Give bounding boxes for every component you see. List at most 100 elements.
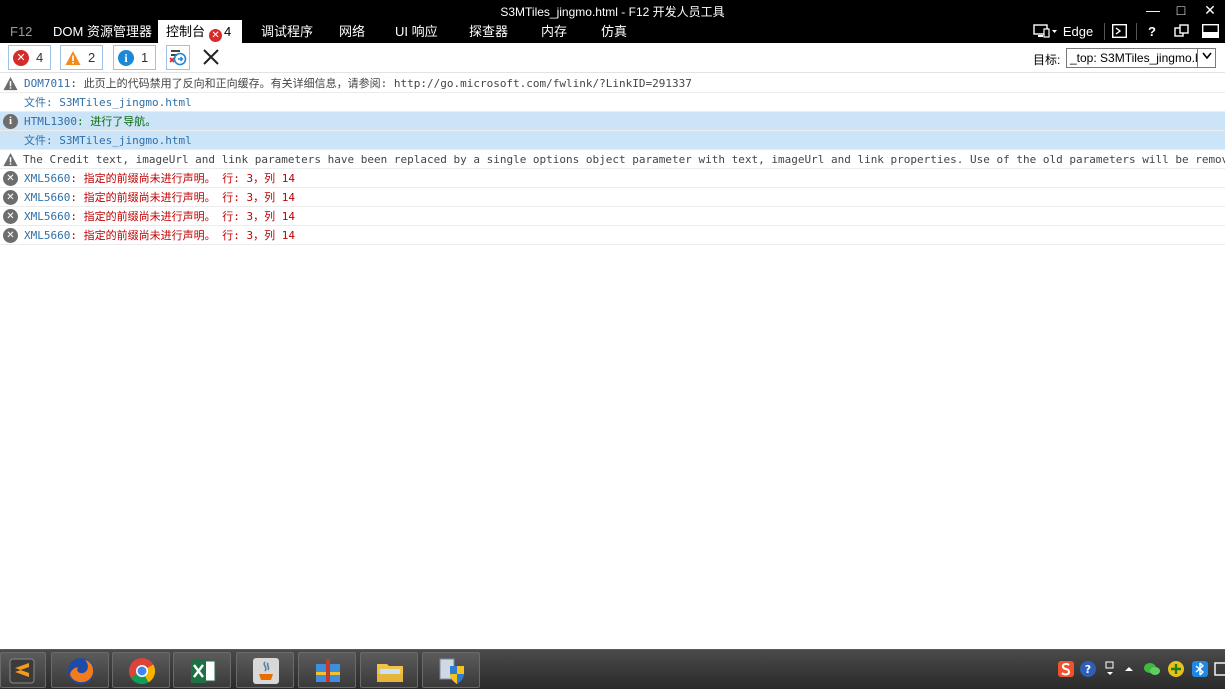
message-code[interactable]: XML5660 (24, 191, 70, 204)
error-icon: ✕ (3, 228, 18, 243)
source-file-link[interactable]: 文件: S3MTiles_jingmo.html (24, 93, 192, 111)
wechat-icon[interactable] (1143, 660, 1161, 678)
add-icon[interactable] (1167, 660, 1185, 678)
message-code[interactable]: XML5660 (24, 210, 70, 223)
target-select[interactable]: _top: S3MTiles_jingmo.html (1066, 48, 1216, 68)
message-text: 此页上的代码禁用了反向和正向缓存。有关详细信息，请参阅: http://go.m… (83, 77, 692, 90)
monitor-icon (1033, 24, 1057, 38)
clear-on-navigate-icon (169, 50, 187, 66)
taskbar-chrome[interactable] (112, 652, 170, 688)
separator (1136, 23, 1137, 40)
errors-filter-button[interactable]: ✕ 4 (8, 45, 51, 70)
info-icon: i (118, 50, 134, 66)
warning-icon (3, 76, 18, 91)
error-icon: ✕ (209, 29, 223, 42)
tab-dom-explorer[interactable]: DOM 资源管理器 (45, 20, 160, 43)
tab-ui-responsiveness[interactable]: UI 响应 (387, 20, 446, 43)
tab-bar: F12 DOM 资源管理器 控制台 ✕ 4 调试程序 网络 UI 响应 探查器 内存… (0, 20, 1225, 43)
message-separator: : (70, 229, 84, 242)
console-row-info[interactable]: i HTML1300: 进行了导航。 (0, 112, 1225, 131)
show-hidden-icons-icon[interactable] (1120, 660, 1138, 678)
warnings-count: 2 (88, 50, 96, 65)
taskbar-archive[interactable] (298, 652, 356, 688)
error-icon: ✕ (3, 209, 18, 224)
dock-button[interactable] (1199, 20, 1221, 43)
sogou-ime-icon[interactable] (1057, 660, 1075, 678)
close-window-button[interactable]: ✕ (1198, 2, 1222, 18)
error-icon: ✕ (3, 190, 18, 205)
console-row-warning[interactable]: DOM7011: 此页上的代码禁用了反向和正向缓存。有关详细信息，请参阅: ht… (0, 74, 1225, 93)
bluetooth-icon[interactable] (1191, 660, 1209, 678)
tab-console-label: 控制台 (166, 24, 206, 39)
minimize-button[interactable]: — (1141, 2, 1165, 18)
tab-memory[interactable]: 内存 (533, 20, 575, 43)
console-row-warning[interactable]: The Credit text, imageUrl and link param… (0, 150, 1225, 169)
taskbar-java[interactable] (236, 652, 294, 688)
error-icon: ✕ (3, 171, 18, 186)
tab-emulation[interactable]: 仿真 (593, 20, 635, 43)
target-label: 目标: (1033, 53, 1061, 67)
info-icon: i (3, 114, 18, 129)
tab-debugger[interactable]: 调试程序 (253, 20, 321, 43)
message-code[interactable]: XML5660 (24, 229, 70, 242)
target-select-value: _top: S3MTiles_jingmo.html (1070, 51, 1216, 65)
console-row-error[interactable]: ✕ XML5660: 指定的前缀尚未进行声明。 行: 3，列 14 (0, 207, 1225, 226)
taskbar-security[interactable] (422, 652, 480, 688)
message-text: 指定的前缀尚未进行声明。 行: 3，列 14 (83, 229, 295, 242)
firefox-icon (68, 658, 94, 684)
help-tray-icon[interactable]: ? (1079, 660, 1097, 678)
taskbar: ? (0, 649, 1225, 689)
undock-icon (1173, 24, 1189, 37)
console-row-error[interactable]: ✕ XML5660: 指定的前缀尚未进行声明。 行: 3，列 14 (0, 188, 1225, 207)
message-separator: : (70, 172, 84, 185)
taskbar-sublime-text[interactable] (0, 652, 46, 688)
console-toggle-button[interactable] (1109, 20, 1129, 43)
svg-text:?: ? (1085, 663, 1091, 676)
tab-profiler[interactable]: 探查器 (461, 20, 516, 43)
tab-console[interactable]: 控制台 ✕ 4 (158, 20, 242, 43)
message-code[interactable]: DOM7011 (24, 77, 70, 90)
language-indicator-icon[interactable] (1213, 660, 1225, 678)
separator (1104, 23, 1105, 40)
device-target-button[interactable] (1031, 20, 1061, 43)
source-file-link[interactable]: 文件: S3MTiles_jingmo.html (24, 131, 192, 149)
console-row-error[interactable]: ✕ XML5660: 指定的前缀尚未进行声明。 行: 3，列 14 (0, 226, 1225, 245)
error-icon: ✕ (13, 50, 29, 66)
maximize-button[interactable]: □ (1169, 2, 1193, 18)
excel-icon (191, 659, 216, 683)
close-icon (203, 49, 219, 65)
message-separator: : (76, 115, 91, 128)
archive-icon (316, 659, 340, 682)
taskbar-firefox[interactable] (51, 652, 109, 688)
console-toolbar: ✕ 4 2 i 1 目标: _top: S3MTiles_jingmo.html (0, 43, 1225, 73)
warnings-filter-button[interactable]: 2 (60, 45, 103, 70)
browser-target-label[interactable]: Edge (1062, 20, 1094, 43)
clear-console-button[interactable] (200, 46, 222, 68)
message-text: The Credit text, imageUrl and link param… (23, 153, 1225, 166)
message-separator: : (70, 77, 84, 90)
title-bar: S3MTiles_jingmo.html - F12 开发人员工具 — □ ✕ (0, 0, 1225, 20)
message-code[interactable]: HTML1300 (24, 115, 77, 128)
taskbar-file-explorer[interactable] (360, 652, 418, 688)
message-text: 指定的前缀尚未进行声明。 行: 3，列 14 (83, 191, 295, 204)
console-row-source[interactable]: 文件: S3MTiles_jingmo.html (0, 93, 1225, 112)
taskbar-excel[interactable] (173, 652, 231, 688)
help-button[interactable]: ? (1142, 20, 1162, 43)
undock-button[interactable] (1170, 20, 1192, 43)
message-separator: : (70, 210, 84, 223)
messages-filter-button[interactable]: i 1 (113, 45, 156, 70)
console-row-source[interactable]: 文件: S3MTiles_jingmo.html (0, 131, 1225, 150)
input-mode-icon[interactable] (1101, 660, 1119, 678)
console-row-error[interactable]: ✕ XML5660: 指定的前缀尚未进行声明。 行: 3，列 14 (0, 169, 1225, 188)
message-text: 进行了导航。 (90, 115, 157, 128)
message-text: 指定的前缀尚未进行声明。 行: 3，列 14 (83, 210, 295, 223)
warning-icon (3, 152, 18, 167)
clear-on-navigate-button[interactable] (166, 45, 190, 70)
shield-icon (439, 658, 464, 684)
tab-console-error-count: 4 (224, 24, 232, 39)
chevron-down-icon (1197, 49, 1215, 67)
message-code[interactable]: XML5660 (24, 172, 70, 185)
tab-network[interactable]: 网络 (331, 20, 373, 43)
file-explorer-icon (377, 664, 403, 682)
console-output[interactable]: DOM7011: 此页上的代码禁用了反向和正向缓存。有关详细信息，请参阅: ht… (0, 74, 1225, 245)
